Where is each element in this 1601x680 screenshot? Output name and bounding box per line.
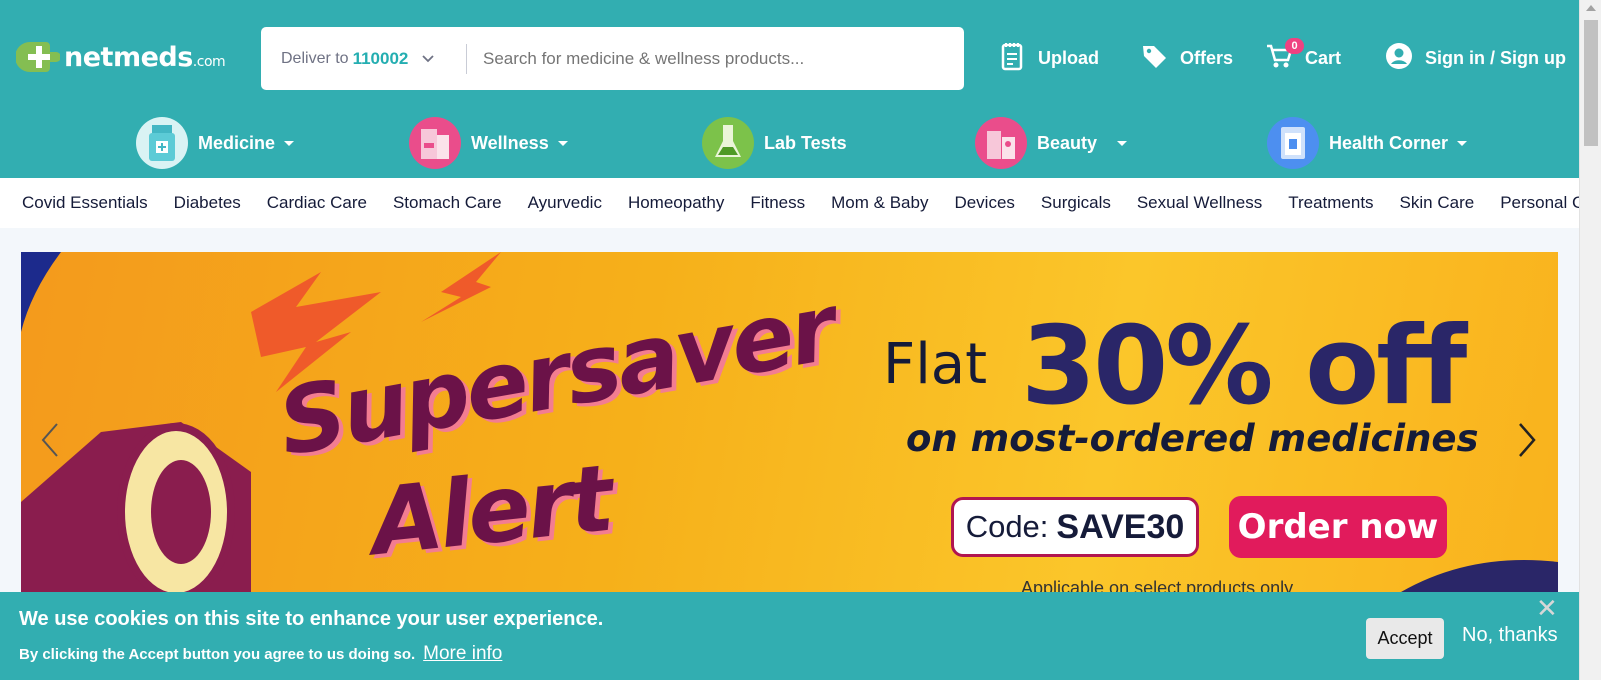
order-now-button[interactable]: Order now bbox=[1229, 496, 1447, 558]
more-info-link[interactable]: More info bbox=[423, 643, 502, 665]
offers-label: Offers bbox=[1180, 47, 1234, 68]
prescription-upload-icon bbox=[1000, 41, 1026, 76]
subnav-item[interactable]: Skin Care bbox=[1400, 193, 1475, 213]
tag-icon bbox=[1140, 42, 1168, 75]
cart-link[interactable]: 0 Cart bbox=[1265, 37, 1342, 76]
category-wellness[interactable]: Wellness bbox=[409, 116, 568, 170]
user-icon bbox=[1385, 42, 1413, 75]
banner-footnote: Applicable on select products only bbox=[1021, 578, 1294, 592]
beauty-products-icon bbox=[975, 117, 1027, 169]
banner-flat: Flat bbox=[883, 332, 988, 397]
caret-down-icon bbox=[1117, 140, 1128, 146]
search-bar: Deliver to 110002 bbox=[261, 27, 964, 90]
scrollbar-thumb[interactable] bbox=[1584, 20, 1598, 146]
cart-label: Cart bbox=[1305, 47, 1342, 68]
code-label: Code: bbox=[965, 509, 1049, 544]
subnav-item[interactable]: Treatments bbox=[1288, 193, 1373, 213]
pincode: 110002 bbox=[352, 48, 409, 68]
cookie-body: By clicking the Accept button you agree … bbox=[19, 646, 416, 663]
page-scrollbar[interactable] bbox=[1579, 0, 1601, 680]
signin-link[interactable]: Sign in / Sign up bbox=[1385, 40, 1566, 76]
wellness-products-icon bbox=[409, 117, 461, 169]
cookie-consent-bar: We use cookies on this site to enhance y… bbox=[0, 592, 1579, 680]
subnav-item[interactable]: Cardiac Care bbox=[267, 193, 367, 213]
upload-link[interactable]: Upload bbox=[1000, 40, 1099, 76]
health-corner-icon bbox=[1267, 117, 1319, 169]
subnav-item[interactable]: Covid Essentials bbox=[22, 193, 148, 213]
category-medicine[interactable]: Medicine bbox=[136, 116, 295, 170]
logo-suffix: .com bbox=[192, 53, 226, 70]
offers-link[interactable]: Offers bbox=[1140, 40, 1233, 76]
subnav-item[interactable]: Ayurvedic bbox=[528, 193, 602, 213]
carousel-next-icon[interactable] bbox=[1516, 422, 1538, 468]
cookie-title: We use cookies on this site to enhance y… bbox=[19, 608, 604, 630]
subnav-item[interactable]: Surgicals bbox=[1041, 193, 1111, 213]
cart-count-badge: 0 bbox=[1285, 37, 1304, 54]
accept-button[interactable]: Accept bbox=[1366, 618, 1444, 659]
category-label: Medicine bbox=[198, 132, 276, 153]
plus-logo-icon bbox=[15, 40, 61, 74]
cart-icon: 0 bbox=[1265, 37, 1304, 75]
subnav-item[interactable]: Sexual Wellness bbox=[1137, 193, 1262, 213]
signin-label: Sign in / Sign up bbox=[1425, 47, 1566, 68]
deliver-label: Deliver to bbox=[281, 49, 349, 67]
category-label: Lab Tests bbox=[764, 132, 847, 153]
deliver-to-selector[interactable]: Deliver to 110002 bbox=[261, 43, 467, 74]
medicine-bottle-icon bbox=[136, 117, 188, 169]
subnav-item[interactable]: Stomach Care bbox=[393, 193, 502, 213]
subnav-item[interactable]: Devices bbox=[954, 193, 1014, 213]
caret-down-icon bbox=[557, 140, 568, 146]
chevron-down-icon bbox=[422, 50, 435, 68]
promo-banner[interactable]: Supersaver Alert Flat 30% off on most-or… bbox=[21, 252, 1558, 592]
category-lab-tests[interactable]: Lab Tests bbox=[702, 116, 847, 170]
caret-down-icon bbox=[284, 140, 295, 146]
site-header: netmeds.com Deliver to 110002 Upload Off… bbox=[0, 0, 1579, 178]
banner-discount: 30% off bbox=[1021, 304, 1467, 429]
no-thanks-button[interactable]: No, thanks bbox=[1462, 624, 1558, 647]
category-label: Health Corner bbox=[1329, 132, 1449, 153]
subnav-item[interactable]: Diabetes bbox=[174, 193, 241, 213]
subnav-item[interactable]: Fitness bbox=[750, 193, 805, 213]
subnav-item[interactable]: Homeopathy bbox=[628, 193, 724, 213]
subcategory-nav: Covid Essentials Diabetes Cardiac Care S… bbox=[0, 178, 1601, 228]
logo-wordmark: netmeds bbox=[64, 41, 193, 73]
category-health-corner[interactable]: Health Corner bbox=[1267, 116, 1468, 170]
scroll-up-icon[interactable] bbox=[1586, 5, 1596, 11]
category-label: Wellness bbox=[471, 132, 549, 153]
subnav-item[interactable]: Mom & Baby bbox=[831, 193, 928, 213]
promo-code-box: Code: SAVE30 bbox=[951, 497, 1199, 557]
netmeds-logo[interactable]: netmeds.com bbox=[15, 40, 226, 74]
category-label: Beauty bbox=[1037, 132, 1098, 153]
banner-subtitle: on most-ordered medicines bbox=[906, 417, 1479, 460]
close-icon[interactable]: ✕ bbox=[1536, 594, 1558, 624]
search-input[interactable] bbox=[483, 48, 943, 69]
category-beauty[interactable]: Beauty bbox=[975, 116, 1128, 170]
promo-code: SAVE30 bbox=[1056, 507, 1185, 546]
upload-label: Upload bbox=[1038, 47, 1099, 68]
caret-down-icon bbox=[1457, 140, 1468, 146]
lab-flask-icon bbox=[702, 117, 754, 169]
carousel-prev-icon[interactable] bbox=[39, 422, 61, 468]
